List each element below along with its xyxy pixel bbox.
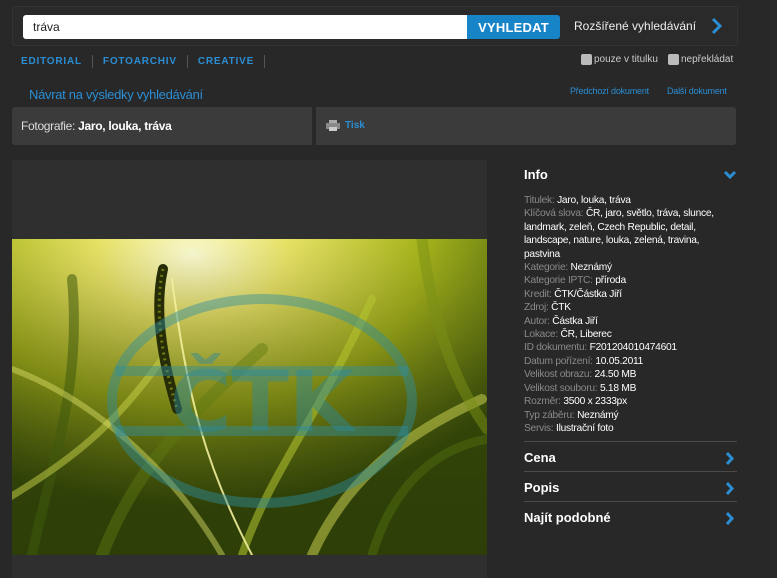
document-tools-bar: Tisk	[316, 107, 736, 145]
meta-key: Autor:	[524, 315, 550, 327]
meta-key: Velikost souboru:	[524, 382, 598, 394]
checkbox[interactable]	[581, 54, 592, 65]
section-description[interactable]: Popis	[524, 471, 737, 501]
search-button[interactable]: VYHLEDAT	[467, 15, 560, 39]
meta-key: Typ záběru:	[524, 409, 575, 421]
back-to-results-link[interactable]: Návrat na výsledky vyhledávání	[29, 87, 203, 102]
meta-row: Rozměr: 3500 x 2333px	[524, 395, 737, 408]
meta-key: ID dokumentu:	[524, 342, 588, 354]
meta-row: Kategorie IPTC: příroda	[524, 274, 737, 287]
filter-no-translate-label: nepřekládat	[681, 54, 734, 65]
section-description-label: Popis	[524, 480, 560, 495]
metadata-list: Titulek: Jaro, louka, tráva Klíčová slov…	[524, 194, 737, 435]
meta-row: Servis: Ilustrační foto	[524, 422, 737, 435]
meta-value: 5.18 MB	[599, 382, 637, 394]
meta-key: Kredit:	[524, 288, 552, 300]
document-title-bar: Fotografie: Jaro, louka, tráva	[12, 107, 312, 145]
meta-key: Rozměr:	[524, 396, 561, 408]
chevron-right-icon[interactable]	[725, 481, 735, 496]
print-button[interactable]: Tisk	[345, 120, 365, 131]
source-tab-fotoarchiv[interactable]: FOTOARCHIV	[93, 55, 188, 68]
meta-row: ID dokumentu: F201204010474601	[524, 341, 737, 354]
section-find-similar-label: Najít podobné	[524, 510, 611, 525]
search-input[interactable]	[23, 15, 467, 39]
filter-title-only-label: pouze v titulku	[594, 54, 658, 65]
meta-row: Kredit: ČTK/Částka Jiří	[524, 288, 737, 301]
chevron-right-icon[interactable]	[725, 451, 735, 466]
meta-value: ČR, Liberec	[560, 329, 612, 341]
meta-key: Titulek:	[524, 195, 555, 206]
meta-key: Lokace:	[524, 329, 558, 341]
meta-value: F201204010474601	[589, 342, 677, 354]
filter-title-only[interactable]: pouze v titulku	[581, 54, 658, 65]
meta-key: Kategorie IPTC:	[524, 275, 593, 287]
chevron-right-icon[interactable]	[725, 511, 735, 526]
source-tab-creative[interactable]: CREATIVE	[188, 55, 266, 68]
meta-value: Ilustrační foto	[555, 422, 614, 434]
filter-no-translate[interactable]: nepřekládat	[668, 54, 733, 65]
chevron-down-icon[interactable]	[723, 170, 737, 180]
section-price[interactable]: Cena	[524, 441, 737, 471]
meta-key: Klíčová slova:	[524, 208, 584, 220]
meta-row: Velikost souboru: 5.18 MB	[524, 382, 737, 395]
meta-value: Jaro, louka, tráva	[557, 195, 631, 206]
document-title-text: Jaro, louka, tráva	[78, 119, 172, 133]
meta-value: 24.50 MB	[594, 369, 637, 381]
meta-row: Typ záběru: Neznámý	[524, 409, 737, 422]
print-icon[interactable]	[326, 120, 340, 131]
meta-value: ČTK	[551, 302, 571, 314]
meta-key: Kategorie:	[524, 262, 568, 274]
info-header[interactable]: Info	[524, 166, 737, 184]
meta-row: Lokace: ČR, Liberec	[524, 328, 737, 341]
previous-document-link[interactable]: Předchozí dokument	[570, 86, 649, 96]
meta-key: Datum pořízení:	[524, 355, 593, 367]
meta-value: Částka Jiří	[552, 315, 598, 327]
source-tab-editorial[interactable]: EDITORIAL	[21, 55, 93, 68]
photo-preview[interactable]: ČTK	[12, 239, 487, 555]
chevron-right-icon[interactable]	[710, 17, 724, 35]
search-bar: VYHLEDAT Rozšířené vyhledávání	[12, 6, 738, 46]
section-find-similar[interactable]: Najít podobné	[524, 501, 737, 531]
meta-row: Datum pořízení: 10.05.2011	[524, 355, 737, 368]
info-heading: Info	[524, 167, 548, 182]
meta-value: 3500 x 2333px	[563, 396, 627, 408]
grass-photo: ČTK	[12, 239, 487, 555]
watermark-text: ČTK	[170, 353, 357, 451]
meta-row: Klíčová slova: ČR, jaro, světlo, tráva, …	[524, 207, 737, 261]
next-document-link[interactable]: Další dokument	[667, 86, 727, 96]
meta-key: Velikost obrazu:	[524, 369, 592, 381]
meta-value: příroda	[595, 275, 626, 287]
meta-value: Neznámý	[570, 262, 613, 274]
checkbox[interactable]	[668, 54, 679, 65]
meta-row: Velikost obrazu: 24.50 MB	[524, 368, 737, 381]
photo-preview-panel: ČTK	[12, 160, 487, 578]
document-type-prefix: Fotografie:	[21, 119, 76, 133]
meta-value: 10.05.2011	[595, 355, 644, 367]
meta-key: Zdroj:	[524, 302, 549, 314]
meta-row: Titulek: Jaro, louka, tráva	[524, 194, 737, 207]
source-tabs: EDITORIAL FOTOARCHIV CREATIVE	[21, 55, 266, 68]
meta-row: Autor: Částka Jiří	[524, 315, 737, 328]
section-price-label: Cena	[524, 450, 556, 465]
meta-row: Kategorie: Neznámý	[524, 261, 737, 274]
meta-value: Neznámý	[577, 409, 619, 421]
meta-value: ČTK/Částka Jiří	[554, 288, 622, 300]
meta-key: Servis:	[524, 422, 554, 434]
document-title: Fotografie: Jaro, louka, tráva	[21, 119, 172, 133]
meta-row: Zdroj: ČTK	[524, 301, 737, 314]
advanced-search-link[interactable]: Rozšířené vyhledávání	[574, 19, 696, 33]
